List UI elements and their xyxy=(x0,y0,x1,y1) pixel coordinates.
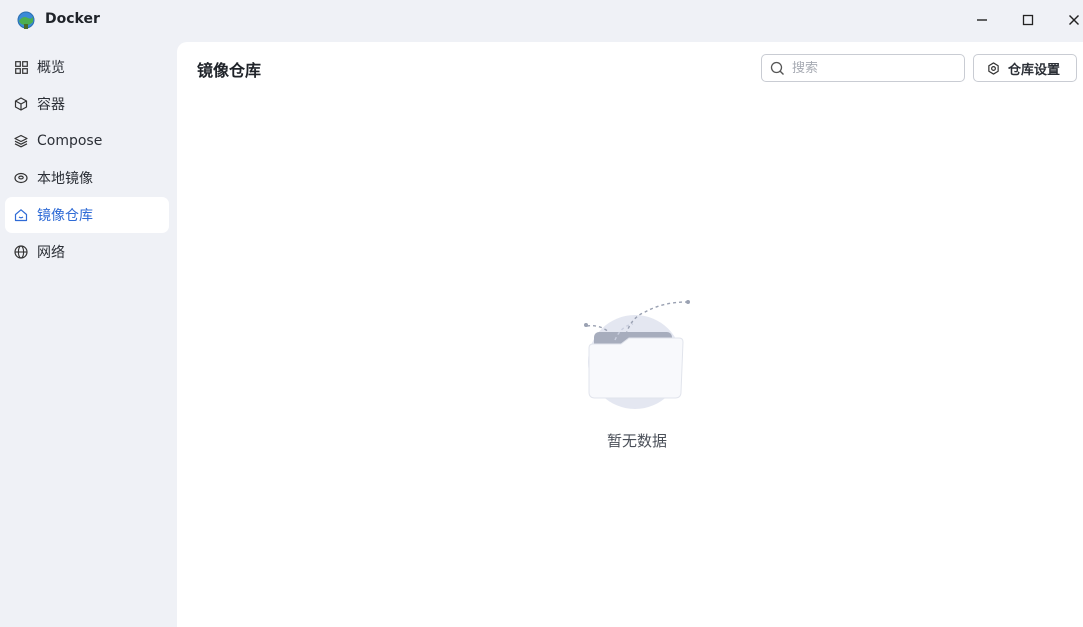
minimize-button[interactable] xyxy=(969,7,995,33)
globe-icon xyxy=(14,245,28,259)
sidebar-item-overview[interactable]: 概览 xyxy=(5,49,169,85)
settings-button-label: 仓库设置 xyxy=(1008,62,1061,78)
sidebar-item-label: 网络 xyxy=(37,245,65,261)
app-title: Docker xyxy=(45,11,100,27)
page-title: 镜像仓库 xyxy=(197,61,262,80)
maximize-icon xyxy=(1022,14,1034,26)
registry-settings-button[interactable]: 仓库设置 xyxy=(973,54,1077,82)
search-input[interactable] xyxy=(792,60,952,76)
sidebar-item-containers[interactable]: 容器 xyxy=(5,86,169,122)
title-bar: Docker xyxy=(0,0,1083,40)
docker-logo-icon xyxy=(15,9,37,31)
sidebar-item-compose[interactable]: Compose xyxy=(5,123,169,159)
sidebar-item-local-images[interactable]: 本地镜像 xyxy=(5,160,169,196)
sidebar-item-registry[interactable]: 镜像仓库 xyxy=(5,197,169,233)
sidebar-item-label: Compose xyxy=(37,133,103,149)
maximize-button[interactable] xyxy=(1015,7,1041,33)
sidebar-item-label: 概览 xyxy=(37,60,65,76)
sidebar-item-network[interactable]: 网络 xyxy=(5,234,169,270)
sidebar: 概览 容器 Compose 本地镜像 镜像仓库 网络 xyxy=(5,49,169,271)
cube-icon xyxy=(14,97,28,111)
close-button[interactable] xyxy=(1061,7,1083,33)
sidebar-item-label: 镜像仓库 xyxy=(37,208,93,224)
empty-folder-illustration xyxy=(583,296,695,414)
search-box[interactable] xyxy=(761,54,965,82)
minimize-icon xyxy=(977,19,987,21)
disk-icon xyxy=(14,171,28,185)
search-icon xyxy=(770,61,784,75)
sidebar-item-label: 容器 xyxy=(37,97,65,113)
empty-state-text: 暂无数据 xyxy=(606,432,667,450)
layers-icon xyxy=(14,134,28,148)
grid-icon xyxy=(14,60,28,74)
main-panel: 镜像仓库 仓库设置 暂无数据 xyxy=(177,42,1083,627)
home-icon xyxy=(14,208,28,222)
sidebar-item-label: 本地镜像 xyxy=(37,171,93,187)
gear-icon xyxy=(987,61,1000,75)
close-icon xyxy=(1069,15,1079,25)
